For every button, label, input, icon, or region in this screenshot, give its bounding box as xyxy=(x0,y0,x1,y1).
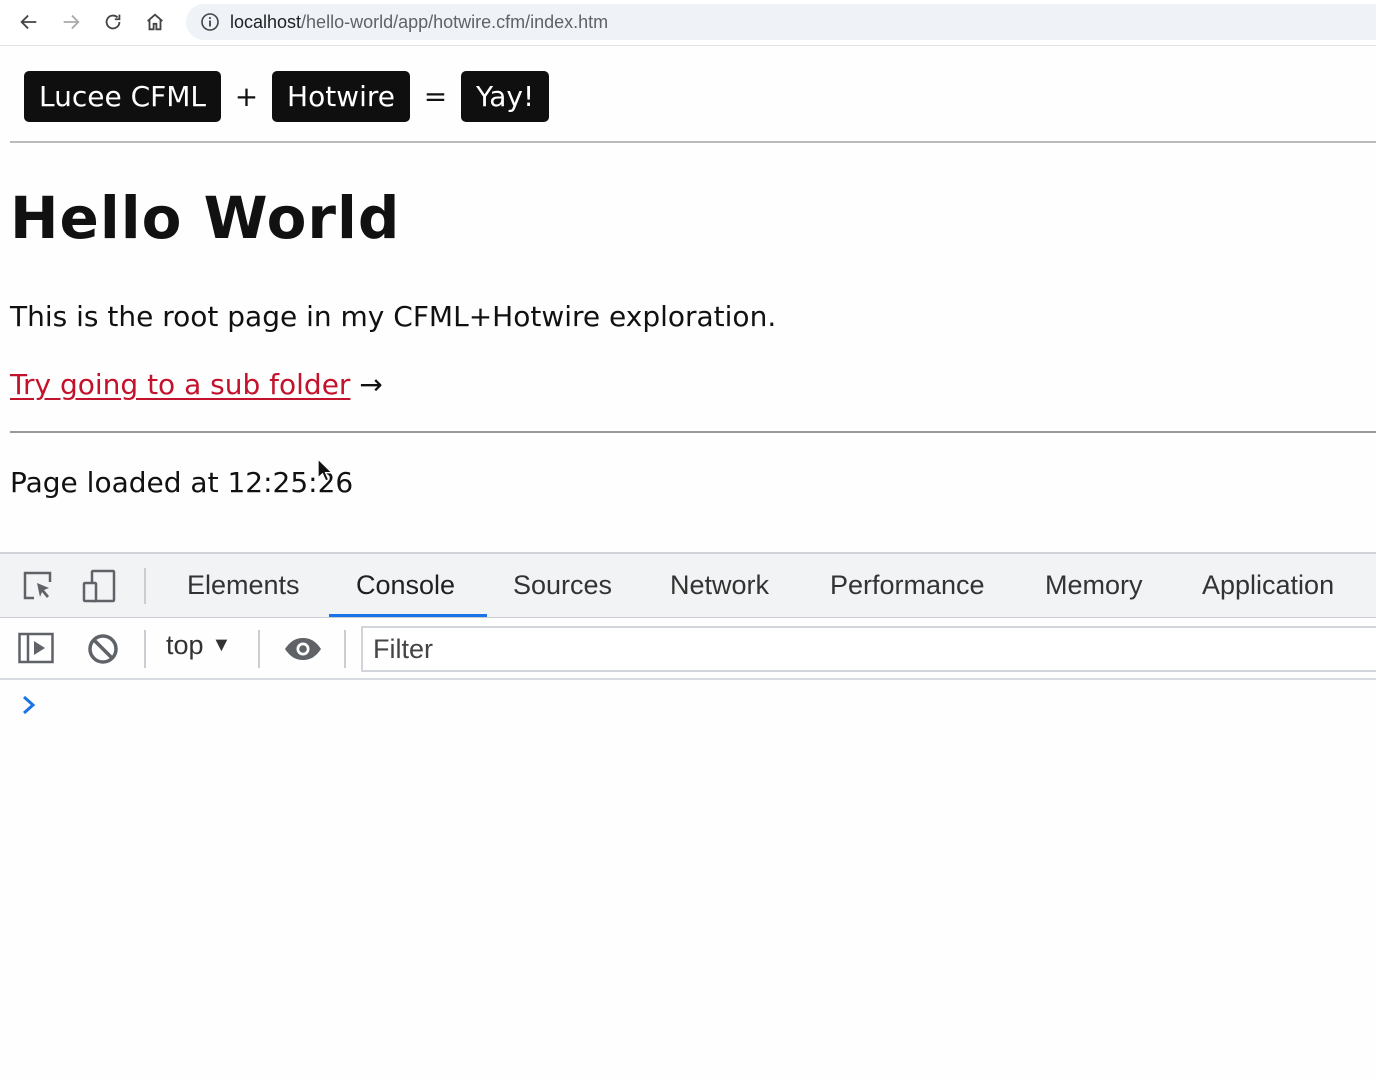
toolbar-separator xyxy=(144,630,146,668)
intro-text: This is the root page in my CFML+Hotwire… xyxy=(10,300,777,333)
tab-memory[interactable]: Memory xyxy=(1018,554,1170,617)
tech-banner: Lucee CFML + Hotwire = Yay! xyxy=(24,70,550,122)
divider-top xyxy=(10,141,1376,143)
toolbar-separator xyxy=(344,630,346,668)
device-toolbar-icon[interactable] xyxy=(82,568,118,604)
toolbar-separator xyxy=(144,568,146,604)
live-expression-eye-icon[interactable] xyxy=(283,636,323,662)
clear-console-icon[interactable] xyxy=(86,632,120,666)
url-path: /hello-world/app/hotwire.cfm/index.htm xyxy=(301,12,609,32)
forward-button[interactable] xyxy=(56,8,86,36)
context-label: top xyxy=(166,630,204,660)
tab-performance[interactable]: Performance xyxy=(803,554,1012,617)
page-loaded-time: Page loaded at 12:25:26 xyxy=(10,466,354,499)
show-sidebar-icon[interactable] xyxy=(18,632,54,664)
plus-sign: + xyxy=(234,79,259,113)
address-bar[interactable]: localhost/hello-world/app/hotwire.cfm/in… xyxy=(186,4,1376,40)
tag-yay: Yay! xyxy=(460,70,550,122)
toolbar-separator xyxy=(258,630,260,668)
home-button[interactable] xyxy=(140,8,170,36)
mouse-cursor-icon xyxy=(317,458,334,482)
equals-sign: = xyxy=(423,79,448,113)
console-filter[interactable] xyxy=(361,626,1376,672)
console-toolbar: top ▼ xyxy=(0,618,1376,680)
caret-down-icon: ▼ xyxy=(211,634,232,656)
subfolder-link[interactable]: Try going to a sub folder xyxy=(10,368,350,401)
browser-toolbar: localhost/hello-world/app/hotwire.cfm/in… xyxy=(0,0,1376,46)
back-button[interactable] xyxy=(14,8,44,36)
arrow-left-icon xyxy=(20,14,37,30)
page-title: Hello World xyxy=(10,184,401,252)
arrow-right-icon xyxy=(63,14,80,30)
filter-input[interactable] xyxy=(363,628,1376,670)
devtools-panel: Elements Console Sources Network Perform… xyxy=(0,552,1376,1080)
inspect-element-icon[interactable] xyxy=(20,568,56,604)
url-text[interactable]: localhost/hello-world/app/hotwire.cfm/in… xyxy=(230,12,608,33)
tag-hotwire: Hotwire xyxy=(272,70,410,122)
tab-application[interactable]: Application xyxy=(1175,554,1361,617)
context-selector[interactable]: top ▼ xyxy=(166,630,231,661)
tab-console[interactable]: Console xyxy=(329,554,487,617)
devtools-tab-bar: Elements Console Sources Network Perform… xyxy=(0,554,1376,618)
console-prompt-chevron-icon xyxy=(23,695,36,715)
tag-lucee-cfml: Lucee CFML xyxy=(24,70,222,122)
info-icon[interactable] xyxy=(200,12,220,32)
url-host: localhost xyxy=(230,12,302,32)
home-icon xyxy=(147,13,163,31)
subfolder-link-line: Try going to a sub folder → xyxy=(10,368,383,401)
tab-sources[interactable]: Sources xyxy=(486,554,639,617)
tab-elements[interactable]: Elements xyxy=(160,554,327,617)
divider-bottom xyxy=(10,431,1376,433)
tab-network[interactable]: Network xyxy=(643,554,796,617)
reload-button[interactable] xyxy=(98,8,128,36)
page-content: Lucee CFML + Hotwire = Yay! Hello World … xyxy=(0,46,1376,552)
reload-icon xyxy=(105,14,121,30)
arrow-right-glyph: → xyxy=(359,368,383,401)
